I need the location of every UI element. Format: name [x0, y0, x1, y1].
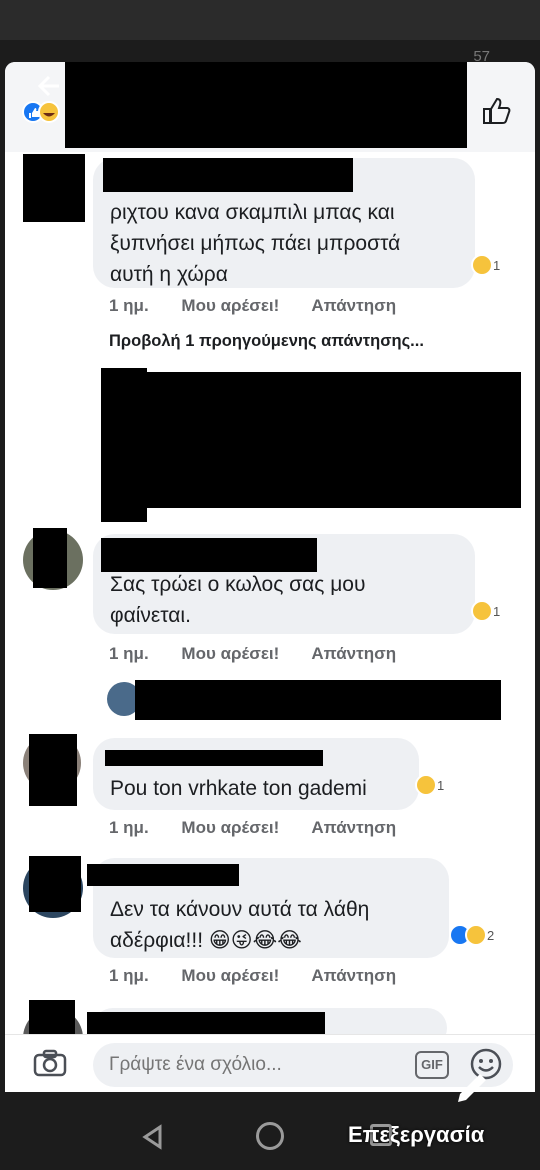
reply-link[interactable]: Απάντηση	[311, 966, 396, 985]
comment-time: 1 ημ.	[109, 644, 149, 663]
reaction-badge[interactable]: 1	[471, 254, 500, 276]
reaction-badge[interactable]: 2	[449, 924, 494, 946]
redacted-reply	[135, 680, 501, 720]
edit-watermark: Επεξεργασία	[348, 1122, 485, 1147]
redacted-author-name	[105, 750, 323, 766]
comment-input[interactable]	[93, 1043, 513, 1087]
redacted-post-title	[65, 62, 467, 148]
comment-text: Pou ton vrhkate ton gademi	[110, 777, 367, 800]
haha-icon	[471, 600, 493, 622]
pencil-icon	[452, 1070, 492, 1110]
like-link[interactable]: Μου αρέσει!	[181, 966, 279, 985]
comment-actions: 1 ημ. Μου αρέσει! Απάντηση	[109, 296, 424, 316]
redacted-author-name	[101, 538, 317, 572]
redacted-avatar	[29, 856, 81, 912]
comments-sheet: ριχτου κανα σκαμπιλι μπας και ξυπνήσει μ…	[5, 62, 535, 1092]
haha-icon	[415, 774, 437, 796]
redacted-reply	[101, 372, 521, 508]
gif-icon[interactable]: GIF	[415, 1051, 449, 1079]
like-link[interactable]: Μου αρέσει!	[181, 644, 279, 663]
nav-home-icon[interactable]	[256, 1122, 284, 1150]
like-link[interactable]: Μου αρέσει!	[181, 818, 279, 837]
camera-icon[interactable]	[33, 1049, 67, 1077]
status-bar	[0, 0, 540, 40]
redacted-avatar	[33, 528, 67, 588]
comment-actions: 1 ημ. Μου αρέσει! Απάντηση	[109, 818, 424, 838]
reply-link[interactable]: Απάντηση	[311, 296, 396, 315]
redacted-author-name	[87, 864, 239, 886]
comment-text: Σας τρώει ο κωλος σας μου φαίνεται.	[110, 573, 366, 627]
avatar[interactable]	[23, 154, 85, 222]
nav-back-icon[interactable]	[140, 1124, 166, 1150]
comment-text: ριχτου κανα σκαμπιλι μπας και ξυπνήσει μ…	[110, 201, 401, 286]
redacted-author-name	[103, 158, 353, 192]
comment-text: Δεν τα κάνουν αυτά τα λάθη αδέρφια!!! 😁😜…	[110, 898, 370, 952]
arrow-left-icon[interactable]	[35, 72, 63, 108]
redacted-avatar	[29, 734, 77, 806]
view-previous-replies[interactable]: Προβολή 1 προηγούμενης απάντησης...	[109, 332, 424, 351]
thumbs-up-icon[interactable]	[481, 96, 511, 126]
reaction-badge[interactable]: 1	[415, 774, 444, 796]
comment-actions: 1 ημ. Μου αρέσει! Απάντηση	[109, 644, 424, 664]
screen: 57 ριχτου κανα σκαμπιλι μπας και ξυπνήσε…	[0, 0, 540, 1170]
like-link[interactable]: Μου αρέσει!	[181, 296, 279, 315]
comment-actions: 1 ημ. Μου αρέσει! Απάντηση	[109, 966, 424, 986]
reaction-badge[interactable]: 1	[471, 600, 500, 622]
comment-time: 1 ημ.	[109, 966, 149, 985]
reply-link[interactable]: Απάντηση	[311, 644, 396, 663]
comment-time: 1 ημ.	[109, 296, 149, 315]
haha-icon	[465, 924, 487, 946]
haha-icon	[471, 254, 493, 276]
comment-time: 1 ημ.	[109, 818, 149, 837]
reply-link[interactable]: Απάντηση	[311, 818, 396, 837]
